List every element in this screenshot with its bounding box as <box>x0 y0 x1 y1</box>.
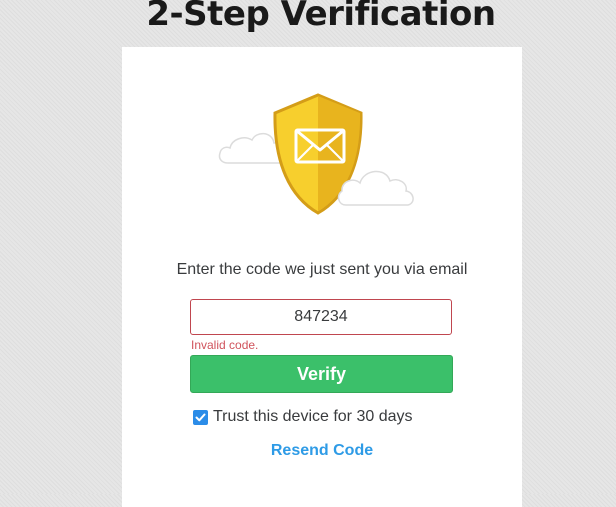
page-title: 2-Step Verification <box>146 0 496 34</box>
trust-device-checkbox[interactable] <box>193 409 208 425</box>
trust-device-label[interactable]: Trust this device for 30 days <box>213 408 413 426</box>
error-message: Invalid code. <box>191 338 259 352</box>
trust-device-row: Trust this device for 30 days <box>193 407 413 427</box>
verification-card: Enter the code we just sent you via emai… <box>122 47 522 507</box>
checkmark-icon <box>195 413 206 421</box>
instruction-text: Enter the code we just sent you via emai… <box>176 261 468 278</box>
verify-button[interactable]: Verify <box>190 355 453 393</box>
resend-code-link[interactable]: Resend Code <box>122 442 522 460</box>
shield-envelope-icon <box>218 93 414 215</box>
verification-code-input[interactable] <box>190 299 452 335</box>
